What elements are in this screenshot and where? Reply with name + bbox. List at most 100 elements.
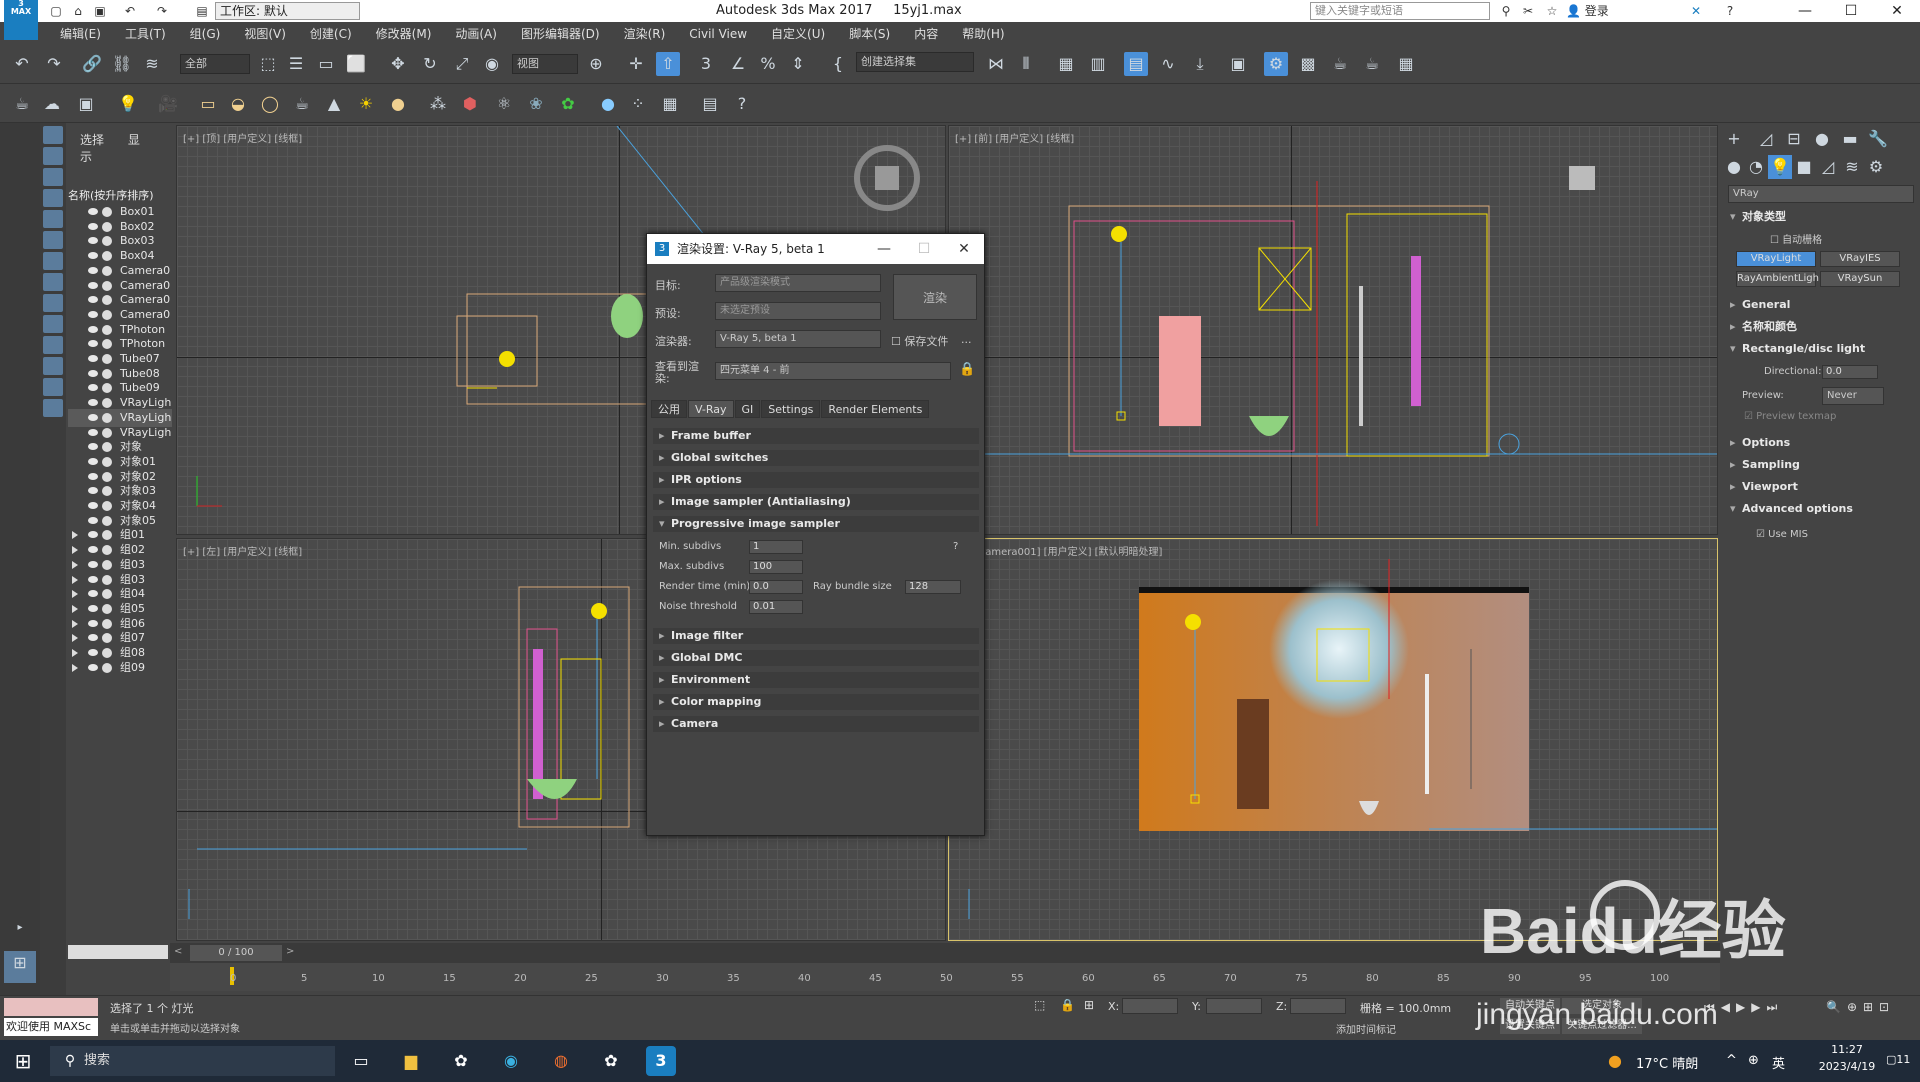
- named-selection-dropdown[interactable]: 创建选择集: [856, 52, 974, 72]
- expand-arrow-icon[interactable]: [72, 560, 78, 569]
- rollout-camera[interactable]: Camera: [653, 716, 979, 732]
- expand-arrow-icon[interactable]: [72, 590, 78, 599]
- visibility-eye-icon[interactable]: [88, 310, 98, 318]
- vraylight-button[interactable]: VRayLight: [1736, 251, 1816, 267]
- vray-sphere-icon[interactable]: ◯: [258, 92, 282, 116]
- windows-start-icon[interactable]: ⊞: [8, 1046, 38, 1076]
- exchange-icon[interactable]: ✕: [1688, 3, 1704, 19]
- dialog-maximize-button[interactable]: ☐: [904, 234, 944, 264]
- filter-cameras-icon[interactable]: [43, 189, 63, 207]
- vray-plant-icon[interactable]: ✿: [556, 92, 580, 116]
- visibility-eye-icon[interactable]: [88, 266, 98, 274]
- tab-select[interactable]: 选择: [80, 133, 104, 147]
- rollout-name-color[interactable]: 名称和颜色: [1728, 319, 1914, 335]
- percent-snap-icon[interactable]: %: [756, 52, 780, 76]
- visibility-eye-icon[interactable]: [88, 340, 98, 348]
- tab-gi[interactable]: GI: [734, 400, 761, 418]
- camera-icon[interactable]: 🎥: [156, 92, 180, 116]
- expand-arrow-icon[interactable]: [72, 604, 78, 613]
- visibility-eye-icon[interactable]: [88, 487, 98, 495]
- help-icon[interactable]: ?: [953, 541, 958, 552]
- teapot-icon[interactable]: ☕: [10, 92, 34, 116]
- horizontal-scrollbar[interactable]: [68, 945, 168, 959]
- app-icon-1[interactable]: ✿: [446, 1046, 476, 1076]
- visibility-eye-icon[interactable]: [88, 369, 98, 377]
- prev-frame-icon[interactable]: <: [174, 946, 182, 957]
- menu-help[interactable]: 帮助(H): [950, 22, 1016, 44]
- visibility-eye-icon[interactable]: [88, 384, 98, 392]
- cloud-icon[interactable]: ☁: [40, 92, 64, 116]
- menu-animation[interactable]: 动画(A): [443, 22, 509, 44]
- viewport-front[interactable]: [+] [前] [用户定义] [线框]: [948, 125, 1718, 535]
- visibility-eye-icon[interactable]: [88, 355, 98, 362]
- geometry-icon[interactable]: ●: [1722, 155, 1746, 179]
- schematic-view-icon[interactable]: ⤓: [1188, 52, 1212, 76]
- menu-create[interactable]: 创建(C): [298, 22, 364, 44]
- layer-explorer-icon[interactable]: ▦: [1054, 52, 1078, 76]
- pivot-icon[interactable]: ⊕: [584, 52, 608, 76]
- menu-group[interactable]: 组(G): [178, 22, 233, 44]
- filter-xrefs-icon[interactable]: [43, 273, 63, 291]
- unlink-icon[interactable]: ⛓: [110, 52, 134, 76]
- dialog-minimize-button[interactable]: —: [864, 234, 904, 264]
- menu-rendering[interactable]: 渲染(R): [612, 22, 678, 44]
- rollout-ipr-options[interactable]: IPR options: [653, 472, 979, 488]
- min-subdivs-spinner[interactable]: 1: [749, 540, 803, 554]
- renderer-dropdown[interactable]: V-Ray 5, beta 1: [715, 330, 881, 348]
- menu-views[interactable]: 视图(V): [232, 22, 298, 44]
- visibility-eye-icon[interactable]: [88, 428, 98, 436]
- a360-icon[interactable]: ▦: [1394, 52, 1418, 76]
- z-coordinate-field[interactable]: [1290, 998, 1346, 1014]
- input-method[interactable]: 英: [1772, 1053, 1785, 1072]
- visibility-eye-icon[interactable]: [88, 575, 98, 583]
- vray-plane-icon[interactable]: ▭: [196, 92, 220, 116]
- clock-time[interactable]: 11:27: [1812, 1043, 1882, 1056]
- file-explorer-icon[interactable]: ▆: [396, 1046, 426, 1076]
- helpers-icon[interactable]: ◿: [1816, 155, 1840, 179]
- visibility-eye-icon[interactable]: [88, 457, 98, 465]
- motion-tab-icon[interactable]: ●: [1810, 127, 1834, 151]
- visibility-eye-icon[interactable]: [88, 516, 98, 524]
- selection-filter-dropdown[interactable]: 全部: [180, 54, 250, 74]
- app-icon-2[interactable]: ✿: [596, 1046, 626, 1076]
- rollout-advanced-options[interactable]: Advanced options: [1728, 501, 1914, 517]
- project-icon[interactable]: ▤: [194, 3, 210, 19]
- category-dropdown[interactable]: VRay: [1728, 185, 1914, 203]
- lock-icon[interactable]: 🔒: [959, 362, 975, 377]
- vray-convert-icon[interactable]: ▤: [698, 92, 722, 116]
- expand-arrow-icon[interactable]: [72, 663, 78, 672]
- menu-edit[interactable]: 编辑(E): [48, 22, 113, 44]
- spinner-snap-icon[interactable]: ⇕: [786, 52, 810, 76]
- visibility-eye-icon[interactable]: [88, 281, 98, 289]
- vrayies-button[interactable]: VRayIES: [1820, 251, 1900, 267]
- tab-common[interactable]: 公用: [651, 400, 687, 418]
- tab-vray[interactable]: V-Ray: [688, 400, 734, 418]
- redo-icon[interactable]: ↷: [42, 52, 66, 76]
- angle-snap-icon[interactable]: ∠: [726, 52, 750, 76]
- scene-explorer-icon[interactable]: ▤: [1124, 52, 1148, 76]
- maxscript-listener[interactable]: [4, 998, 98, 1016]
- expand-arrow-icon[interactable]: [72, 575, 78, 584]
- use-mis-checkbox[interactable]: ☑ Use MIS: [1756, 529, 1808, 540]
- visibility-eye-icon[interactable]: [88, 443, 98, 451]
- material-editor-icon[interactable]: ▣: [1226, 52, 1250, 76]
- vray-mesh-icon[interactable]: ⬢: [458, 92, 482, 116]
- save-icon[interactable]: ▣: [92, 3, 108, 19]
- hierarchy-tab-icon[interactable]: ⊟: [1782, 127, 1806, 151]
- task-view-icon[interactable]: ▭: [346, 1046, 376, 1076]
- vray-ball-icon[interactable]: ●: [596, 92, 620, 116]
- display-tab-icon[interactable]: ▬: [1838, 127, 1862, 151]
- menu-content[interactable]: 内容: [902, 22, 950, 44]
- new-file-icon[interactable]: ▢: [48, 3, 64, 19]
- time-slider-thumb[interactable]: 0 / 100: [190, 945, 282, 961]
- tab-render-elements[interactable]: Render Elements: [821, 400, 930, 418]
- render-button[interactable]: 渲染: [893, 274, 977, 320]
- rollout-frame-buffer[interactable]: Frame buffer: [653, 428, 979, 444]
- filter-spacewarps-icon[interactable]: [43, 231, 63, 249]
- filter-hidden-icon[interactable]: [43, 357, 63, 375]
- vray-scene-icon[interactable]: ⚛: [492, 92, 516, 116]
- frame-buffer-icon[interactable]: ▣: [74, 92, 98, 116]
- expand-arrow-icon[interactable]: ▸: [8, 916, 32, 940]
- visibility-eye-icon[interactable]: [88, 619, 98, 627]
- maximize-button[interactable]: ☐: [1828, 0, 1874, 22]
